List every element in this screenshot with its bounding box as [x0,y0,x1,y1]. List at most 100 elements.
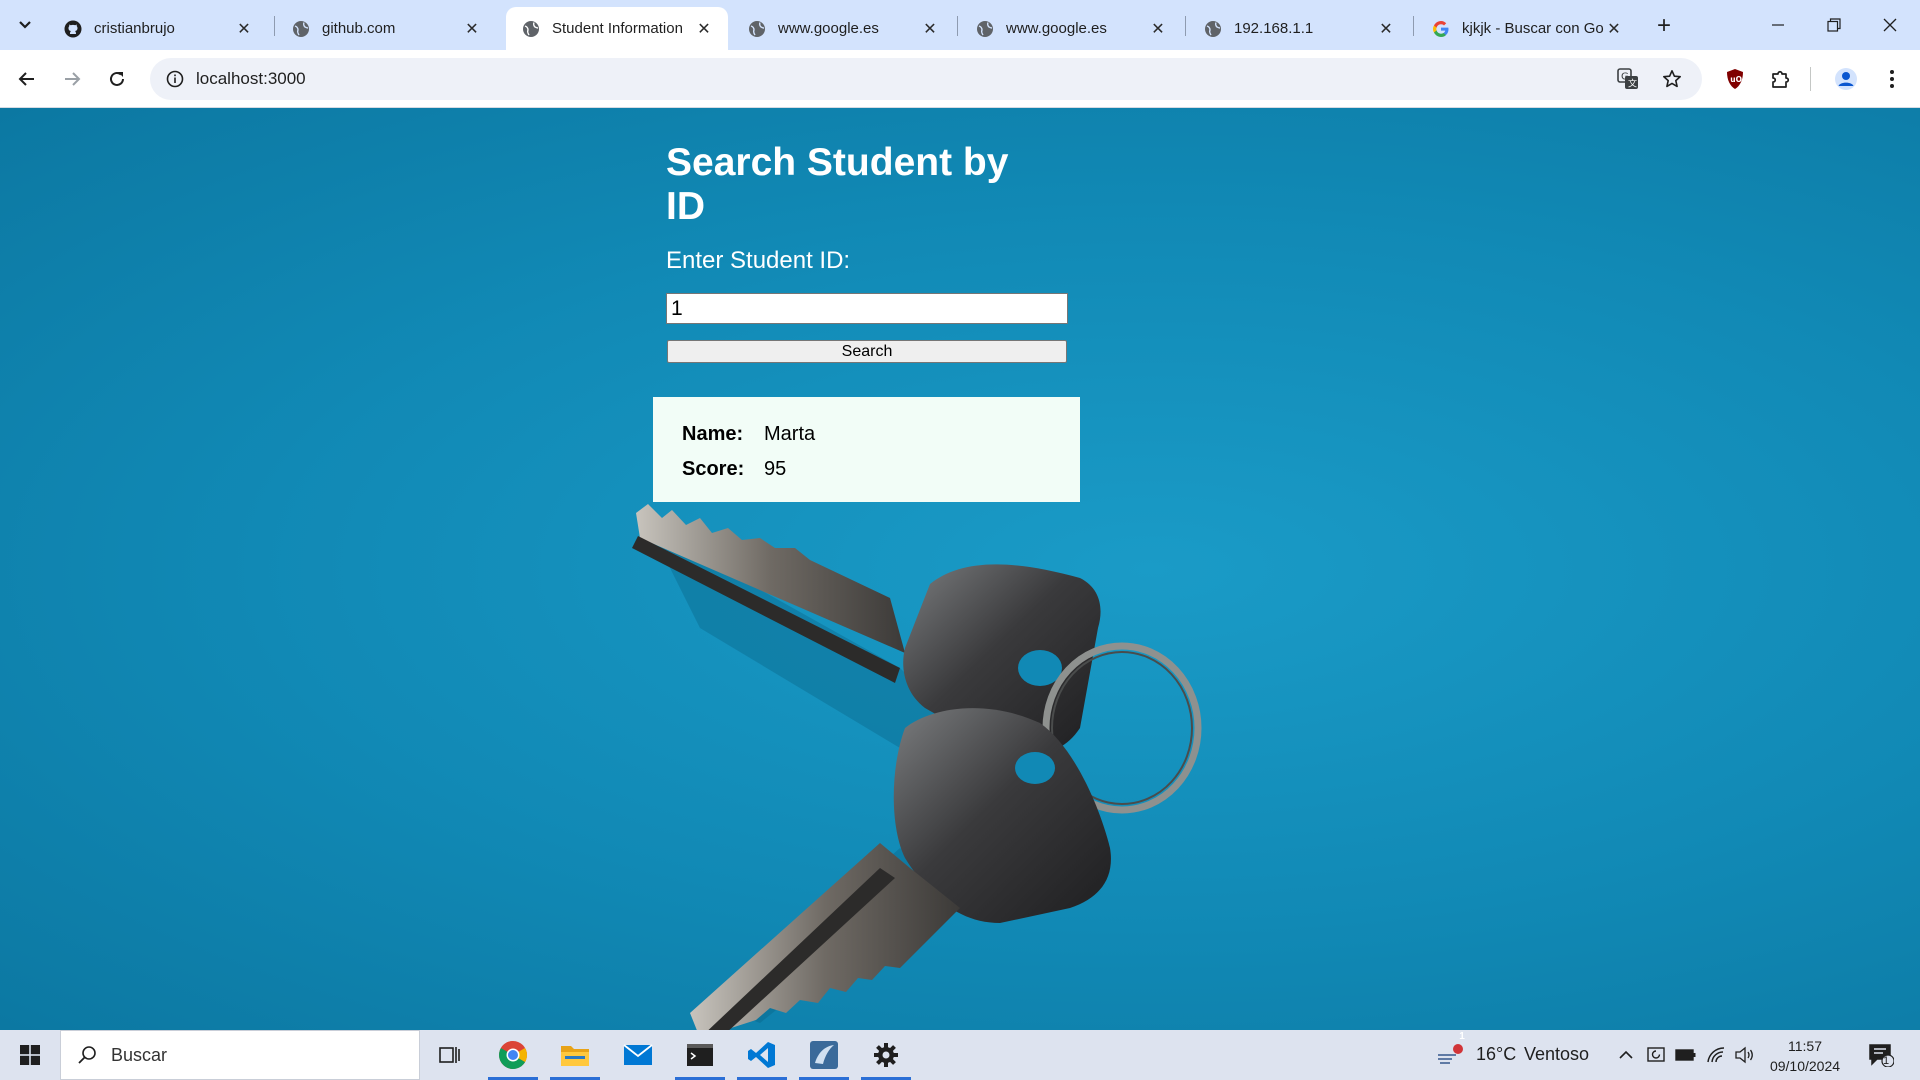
tab-router[interactable]: 192.168.1.1 ✕ [1188,7,1410,50]
tab-title: 192.168.1.1 [1234,20,1314,37]
plus-icon: + [1656,12,1671,39]
name-label: Name: [682,423,744,445]
score-value: 95 [764,458,787,480]
start-button[interactable] [0,1030,60,1080]
search-form: Search Student by ID Enter Student ID: S… [666,141,1070,363]
tab-search-button[interactable] [10,10,40,40]
taskbar-terminal[interactable] [671,1030,729,1080]
close-tab-icon[interactable]: ✕ [1376,19,1396,39]
globe-icon [1204,20,1222,38]
tab-google-2[interactable]: www.google.es ✕ [960,7,1182,50]
battery-icon [1675,1049,1696,1061]
taskbar-file-explorer[interactable] [546,1030,604,1080]
translate-icon: G文 [1617,68,1638,90]
minimize-icon [1772,24,1784,26]
google-icon [1432,20,1450,38]
terminal-icon [687,1044,713,1066]
reload-button[interactable] [99,61,135,97]
star-icon [1663,70,1681,88]
taskbar-settings[interactable] [857,1030,915,1080]
page-title: Search Student by ID [666,141,1009,228]
taskbar-clock[interactable]: 11:57 09/10/2024 [1760,1036,1850,1076]
close-tab-icon[interactable]: ✕ [462,19,482,39]
mail-icon [623,1044,653,1065]
task-view-button[interactable] [421,1030,479,1080]
weather-condition[interactable]: Ventoso [1524,1044,1589,1065]
clock-date: 09/10/2024 [1769,1058,1841,1074]
tab-separator [1413,16,1414,36]
tab-cristianbrujo[interactable]: cristianbrujo ✕ [48,7,268,50]
tab-google-1[interactable]: www.google.es ✕ [732,7,954,50]
minimize-button[interactable] [1750,0,1806,50]
address-bar[interactable]: localhost:3000 G文 [150,58,1702,100]
globe-icon [748,20,766,38]
volume-button[interactable] [1732,1043,1756,1067]
clock-time: 11:57 [1788,1038,1822,1054]
network-button[interactable] [1704,1043,1728,1067]
search-icon [78,1046,96,1064]
close-window-button[interactable] [1862,0,1918,50]
taskbar-mysql-workbench[interactable] [795,1030,853,1080]
close-tab-icon[interactable]: ✕ [1604,19,1624,39]
new-tab-button[interactable]: + [1650,12,1678,40]
ublock-extension-button[interactable]: uO [1718,62,1752,96]
name-value: Marta [764,423,816,445]
taskbar-search-box[interactable]: Buscar [60,1030,420,1080]
globe-icon [292,20,310,38]
info-icon [166,70,184,88]
tray-update-icon[interactable] [1644,1043,1668,1067]
search-button[interactable]: Search [667,340,1067,363]
tab-title: cristianbrujo [94,20,175,37]
tab-title: Student Information [552,20,683,37]
reload-icon [110,71,124,86]
speaker-icon [1735,1046,1753,1064]
globe-icon [976,20,994,38]
weather-temperature[interactable]: 16°C [1476,1044,1516,1065]
site-info-button[interactable] [160,64,190,94]
battery-button[interactable] [1674,1043,1698,1067]
student-id-label: Enter Student ID: [666,247,851,274]
result-row-name: Name: Marta [682,417,1080,452]
back-button[interactable] [9,61,45,97]
taskbar-chrome[interactable] [484,1030,542,1080]
tab-github[interactable]: github.com ✕ [276,7,496,50]
database-app-icon [810,1041,838,1069]
folder-icon [561,1046,589,1066]
close-tab-icon[interactable]: ✕ [234,19,254,39]
close-tab-icon[interactable]: ✕ [1148,19,1168,39]
show-hidden-icons-button[interactable] [1614,1043,1638,1067]
restore-icon [1827,18,1841,32]
taskbar-vscode[interactable] [733,1030,791,1080]
arrow-left-icon [18,72,34,86]
student-id-input[interactable] [666,293,1068,324]
extensions-button[interactable] [1764,62,1798,96]
tab-google-search[interactable]: kjkjk - Buscar con Go ✕ [1416,7,1638,50]
profile-button[interactable] [1829,62,1863,96]
url-text: localhost:3000 [196,69,306,88]
forward-button[interactable] [54,61,90,97]
more-vertical-icon [1890,70,1894,88]
chevron-up-icon [1619,1050,1633,1059]
browser-menu-button[interactable] [1875,62,1909,96]
tab-separator [957,16,958,36]
tab-student-information[interactable]: Student Information ✕ [506,7,728,50]
github-icon [64,20,82,38]
restore-button[interactable] [1806,0,1862,50]
chevron-down-icon [18,17,32,33]
weather-widget-icon[interactable] [1436,1043,1466,1067]
svg-text:文: 文 [1628,78,1637,90]
close-tab-icon[interactable]: ✕ [694,19,714,39]
update-icon [1647,1047,1665,1062]
arrow-right-icon [65,72,81,86]
bookmark-button[interactable] [1656,63,1688,95]
score-label: Score: [682,458,745,480]
translate-button[interactable]: G文 [1612,63,1644,95]
tab-strip: cristianbrujo ✕ github.com ✕ Student Inf… [0,0,1920,50]
weather-alert-count: 1 [1459,1031,1465,1042]
taskbar-search-placeholder: Buscar [111,1044,168,1065]
result-card: Name: Marta Score: 95 [653,397,1080,502]
taskbar-mail[interactable] [609,1030,667,1080]
close-tab-icon[interactable]: ✕ [920,19,940,39]
windows-taskbar: Buscar 1 16°C Ventoso 11:57 09/10/2024 1 [0,1030,1920,1080]
browser-toolbar: localhost:3000 G文 uO [0,50,1920,108]
